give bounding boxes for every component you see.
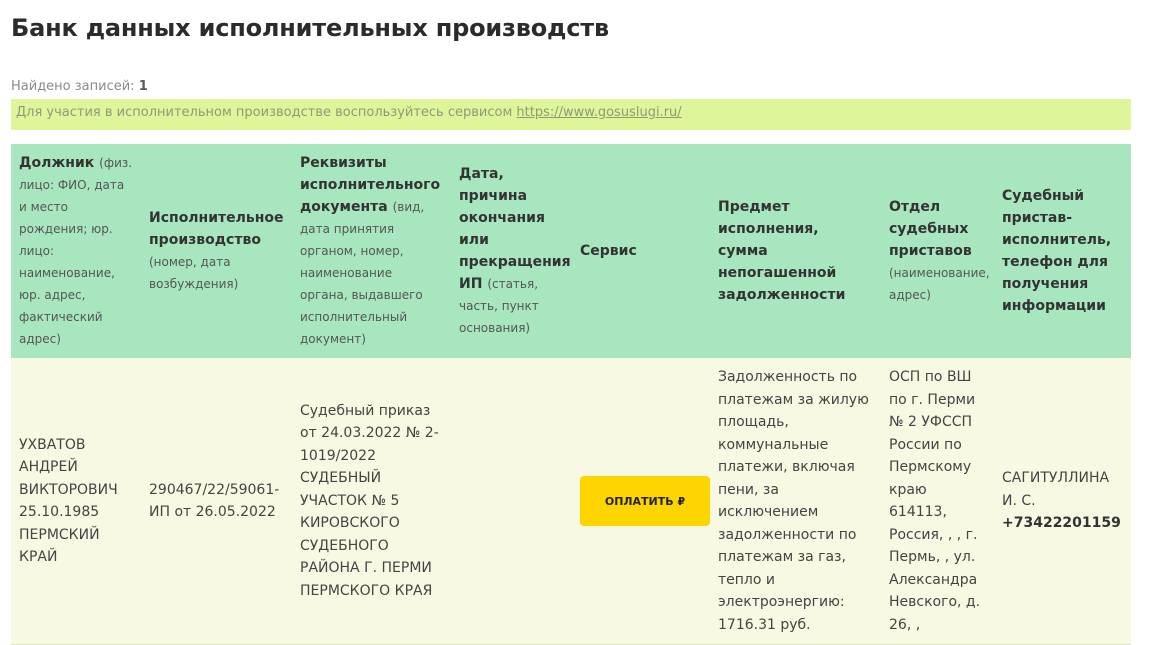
col-header-proceeding: Исполнительное производство (номер, дата… <box>141 144 292 358</box>
cell-service: ОПЛАТИТЬ ₽ <box>572 358 710 645</box>
page: Банк данных исполнительных производств Н… <box>0 0 1158 645</box>
results-count: Найдено записей: 1 <box>11 79 148 94</box>
table-header-row: Должник (физ. лицо: ФИО, дата и место ро… <box>11 144 1131 358</box>
col-header-document: Реквизиты исполнительного документа (вид… <box>292 144 451 358</box>
cell-proceeding: 290467/22/59061-ИП от 26.05.2022 <box>141 358 292 645</box>
page-title: Банк данных исполнительных производств <box>11 14 609 42</box>
cell-bailiff: САГИТУЛЛИНА И. С. +73422201159 <box>994 358 1131 645</box>
col-header-service: Сервис <box>572 144 710 358</box>
gosuslugi-link[interactable]: https://www.gosuslugi.ru/ <box>516 105 681 120</box>
cell-department: ОСП по ВШ по г. Перми № 2 УФССП России п… <box>881 358 994 645</box>
col-header-bailiff: Судебный пристав-исполнитель, телефон дл… <box>994 144 1131 358</box>
cell-end-reason <box>451 358 572 645</box>
pay-button[interactable]: ОПЛАТИТЬ ₽ <box>580 476 710 526</box>
gosuslugi-notice: Для участия в исполнительном производств… <box>11 99 1131 130</box>
col-header-debtor: Должник (физ. лицо: ФИО, дата и место ро… <box>11 144 141 358</box>
cell-debtor: УХВАТОВ АНДРЕЙ ВИКТОРОВИЧ 25.10.1985 ПЕР… <box>11 358 141 645</box>
cell-document: Судебный приказ от 24.03.2022 № 2-1019/2… <box>292 358 451 645</box>
results-count-label: Найдено записей: <box>11 79 135 94</box>
results-count-value: 1 <box>138 79 148 94</box>
cell-subject: Задолженность по платежам за жилую площа… <box>710 358 881 645</box>
bailiff-name: САГИТУЛЛИНА И. С. <box>1002 470 1110 509</box>
proceedings-table: Должник (физ. лицо: ФИО, дата и место ро… <box>11 144 1131 645</box>
col-header-end-reason: Дата, причина окончания или прекращения … <box>451 144 572 358</box>
col-header-department: Отдел судебных приставов (наименование, … <box>881 144 994 358</box>
bailiff-phone: +73422201159 <box>1002 515 1121 532</box>
col-header-subject: Предмет исполнения, сумма непогашенной з… <box>710 144 881 358</box>
table-row: УХВАТОВ АНДРЕЙ ВИКТОРОВИЧ 25.10.1985 ПЕР… <box>11 358 1131 645</box>
notice-text: Для участия в исполнительном производств… <box>16 105 513 120</box>
